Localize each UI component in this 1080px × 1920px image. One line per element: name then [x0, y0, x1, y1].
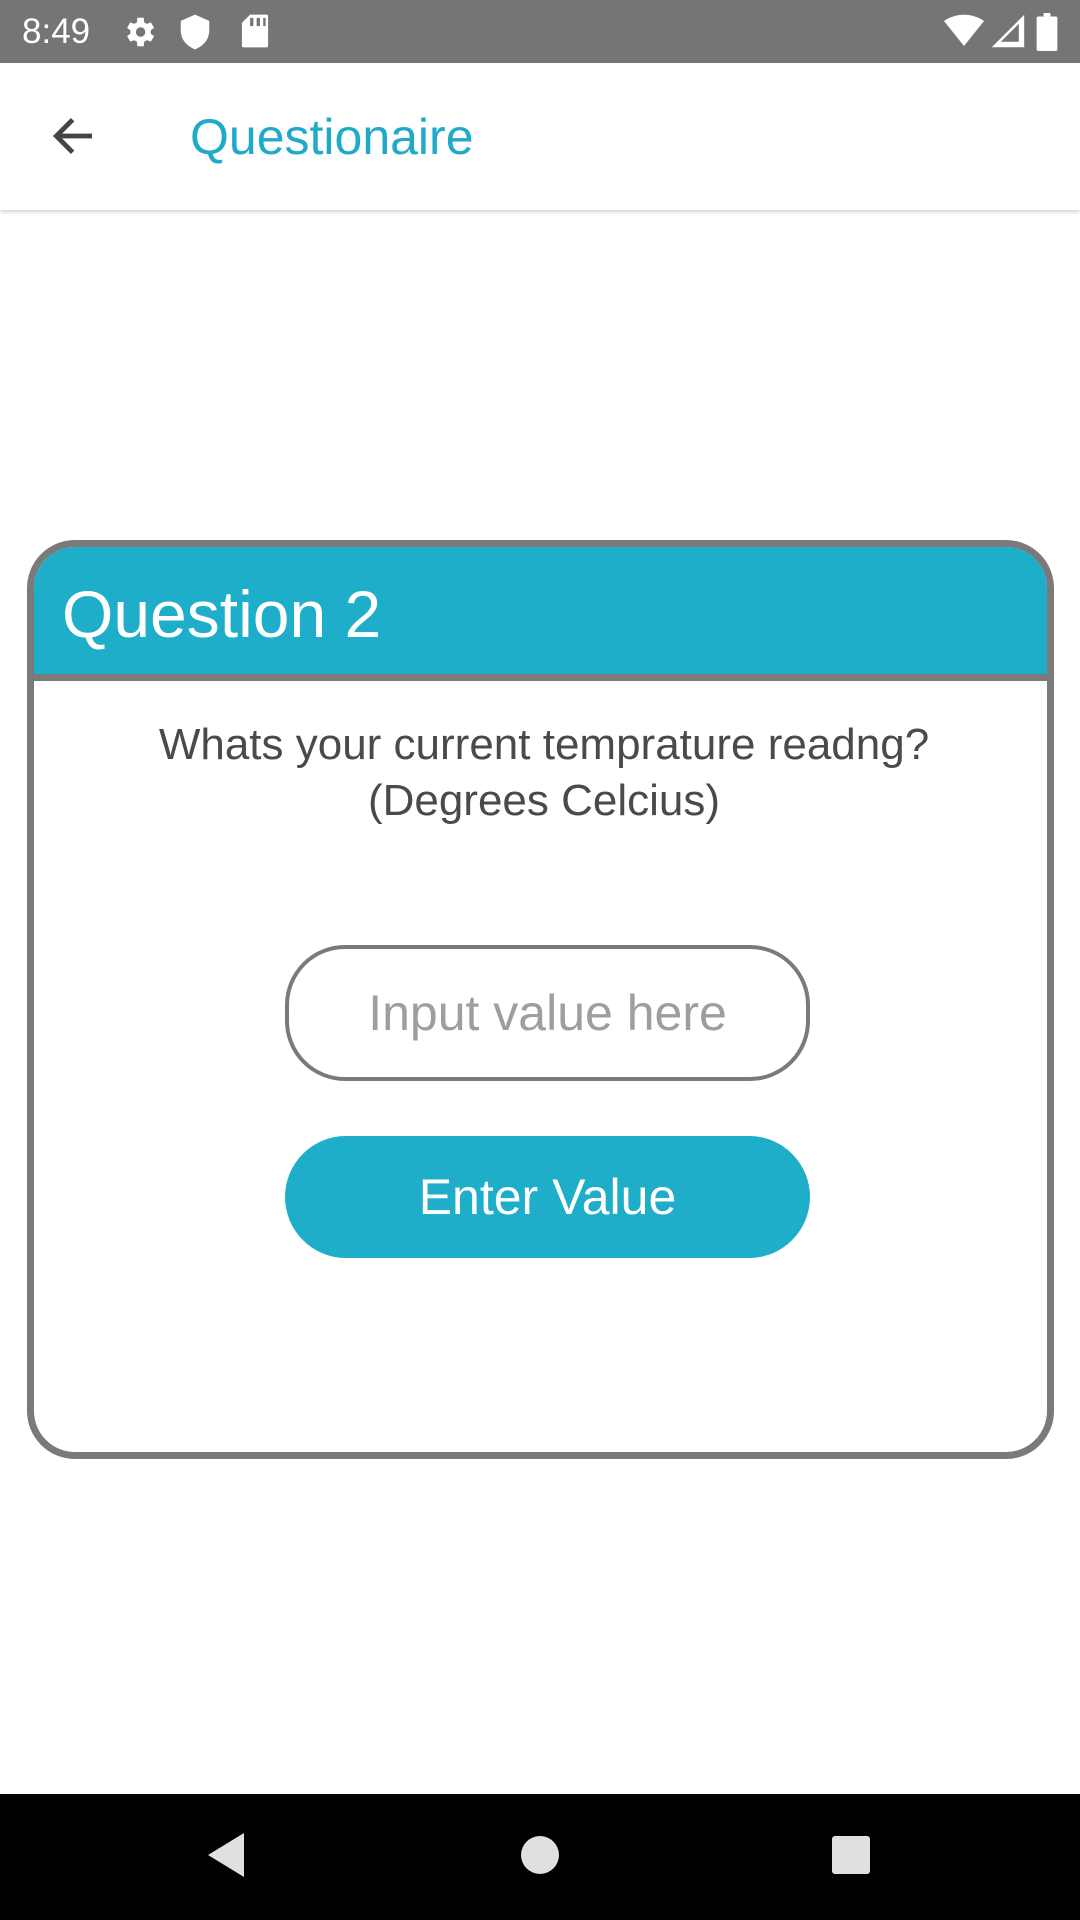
recents-square-icon: [831, 1835, 871, 1880]
enter-value-button[interactable]: Enter Value: [285, 1136, 810, 1258]
sd-card-icon: [240, 13, 270, 54]
nav-recents-button[interactable]: [821, 1827, 881, 1887]
cell-signal-icon: [990, 13, 1026, 54]
wifi-icon: [944, 13, 984, 54]
page-title: Questionaire: [190, 109, 474, 165]
question-number-title: Question 2: [62, 577, 382, 651]
battery-icon: [1036, 13, 1058, 56]
back-button[interactable]: [36, 101, 110, 175]
status-time: 8:49: [22, 12, 91, 51]
arrow-left-icon: [48, 111, 98, 166]
app-bar: Questionaire: [0, 63, 1080, 210]
status-bar: 8:49: [0, 0, 1080, 63]
shield-icon: [178, 13, 212, 56]
back-triangle-icon: [204, 1831, 248, 1884]
question-card-header: Question 2: [34, 547, 1047, 681]
navigation-bar: [0, 1794, 1080, 1920]
nav-home-button[interactable]: [510, 1827, 570, 1887]
nav-back-button[interactable]: [196, 1827, 256, 1887]
question-card: Question 2 Whats your current temprature…: [27, 540, 1054, 1459]
temperature-input[interactable]: [285, 945, 810, 1081]
gear-icon: [120, 13, 158, 56]
question-text: Whats your current temprature readng? (D…: [158, 720, 930, 825]
home-circle-icon: [520, 1835, 560, 1880]
